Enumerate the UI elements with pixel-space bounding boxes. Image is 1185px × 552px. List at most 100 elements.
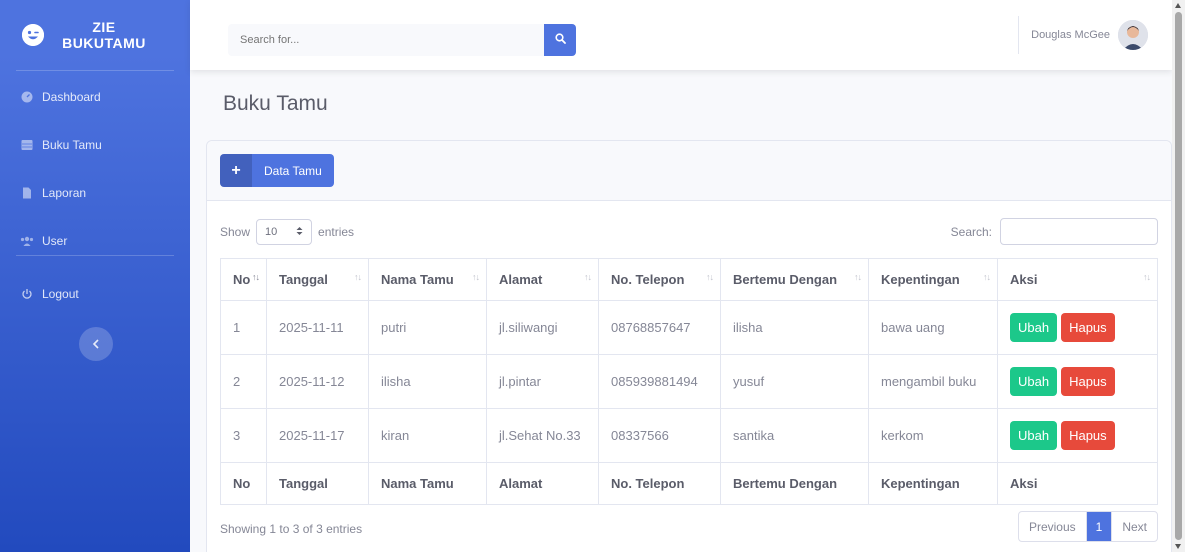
datatable-search-label: Search: xyxy=(950,224,992,239)
sidebar-item-laporan[interactable]: Laporan xyxy=(0,169,190,217)
sort-icon: ↑↓ xyxy=(854,272,862,282)
cell-aksi: Ubah Hapus xyxy=(997,408,1158,463)
add-guest-button[interactable]: + Data Tamu xyxy=(220,154,334,187)
user-dropdown[interactable]: Douglas McGee xyxy=(1018,0,1172,70)
entries-select-value: 10 xyxy=(265,226,278,238)
column-label: Nama Tamu xyxy=(381,272,454,287)
footer-no: No xyxy=(220,462,267,505)
sidebar-item-label: Laporan xyxy=(42,186,87,200)
cell-aksi: Ubah Hapus xyxy=(997,354,1158,409)
datatable-length: Show 10 entries xyxy=(220,219,354,245)
topbar-divider xyxy=(1018,16,1020,54)
column-header-alamat[interactable]: Alamat ↑↓ xyxy=(486,258,599,301)
edit-button[interactable]: Ubah xyxy=(1010,367,1058,396)
sort-icon: ↑↓ xyxy=(706,272,714,282)
brand-line2: BUKUTAMU xyxy=(62,35,146,51)
table-row: 2 2025-11-12 ilisha jl.pintar 0859398814… xyxy=(220,354,1158,409)
select-arrows-icon xyxy=(296,226,303,239)
pagination-page-1[interactable]: 1 xyxy=(1085,512,1113,541)
cell-kepentingan: mengambil buku xyxy=(868,354,998,409)
sort-icon: ↑↓ xyxy=(983,272,991,282)
cell-no: 1 xyxy=(220,300,267,355)
topbar-search-button[interactable] xyxy=(544,24,576,56)
sidebar-toggle-button[interactable] xyxy=(79,327,113,361)
pagination-previous[interactable]: Previous xyxy=(1019,512,1086,541)
datatable-filter: Search: xyxy=(951,218,1158,245)
datatable-info: Showing 1 to 3 of 3 entries xyxy=(220,522,363,536)
sidebar-item-dashboard[interactable]: Dashboard xyxy=(0,73,190,121)
cell-kepentingan: bawa uang xyxy=(868,300,998,355)
cell-aksi: Ubah Hapus xyxy=(997,300,1158,355)
column-header-bertemu-dengan[interactable]: Bertemu Dengan ↑↓ xyxy=(720,258,869,301)
cell-nama-tamu: kiran xyxy=(368,408,487,463)
column-header-no-telepon[interactable]: No. Telepon ↑↓ xyxy=(598,258,721,301)
card-header: + Data Tamu xyxy=(207,141,1171,201)
table-row: 1 2025-11-11 putri jl.siliwangi 08768857… xyxy=(220,300,1158,355)
users-icon xyxy=(20,234,34,248)
sort-icon: ↑↓ xyxy=(1143,272,1151,282)
cell-no: 3 xyxy=(220,408,267,463)
topbar-search-input[interactable] xyxy=(228,24,544,56)
tachometer-icon xyxy=(20,90,34,104)
sidebar-item-label: Buku Tamu xyxy=(42,138,102,152)
cell-nama-tamu: putri xyxy=(368,300,487,355)
topbar: Douglas McGee xyxy=(190,0,1172,70)
scroll-down-icon[interactable] xyxy=(1175,544,1181,549)
delete-button[interactable]: Hapus xyxy=(1061,367,1115,396)
page-scrollbar[interactable] xyxy=(1172,0,1185,552)
table-icon xyxy=(20,138,34,152)
scrollbar-thumb[interactable] xyxy=(1175,12,1182,540)
column-header-aksi[interactable]: Aksi ↑↓ xyxy=(997,258,1158,301)
table-footer-row: No Tanggal Nama Tamu Alamat No. Telepon … xyxy=(220,462,1158,505)
sidebar-item-buku-tamu[interactable]: Buku Tamu xyxy=(0,121,190,169)
cell-no-telepon: 08337566 xyxy=(598,408,721,463)
cell-alamat: jl.siliwangi xyxy=(486,300,599,355)
pagination-next[interactable]: Next xyxy=(1112,512,1157,541)
column-header-no[interactable]: No ↑↓ xyxy=(220,258,267,301)
user-name: Douglas McGee xyxy=(1031,29,1110,41)
page-title: Buku Tamu xyxy=(223,92,328,115)
column-header-kepentingan[interactable]: Kepentingan ↑↓ xyxy=(868,258,998,301)
add-guest-label: Data Tamu xyxy=(264,163,322,178)
file-icon xyxy=(20,186,34,200)
power-off-icon xyxy=(20,287,34,301)
delete-button[interactable]: Hapus xyxy=(1061,313,1115,342)
entries-select[interactable]: 10 xyxy=(256,219,313,245)
cell-nama-tamu: ilisha xyxy=(368,354,487,409)
edit-button[interactable]: Ubah xyxy=(1010,421,1058,450)
column-label: Aksi xyxy=(1010,272,1038,287)
chevron-left-icon xyxy=(92,336,100,352)
sidebar: ZIE BUKUTAMU Dashboard Buku Tamu Laporan… xyxy=(0,0,190,552)
footer-tanggal: Tanggal xyxy=(266,462,369,505)
column-header-tanggal[interactable]: Tanggal ↑↓ xyxy=(266,258,369,301)
cell-tanggal: 2025-11-12 xyxy=(266,354,369,409)
sidebar-item-label: Dashboard xyxy=(42,90,101,104)
cell-bertemu-dengan: santika xyxy=(720,408,869,463)
sort-icon: ↑↓ xyxy=(354,272,362,282)
sort-icon: ↑↓ xyxy=(472,272,480,282)
column-header-nama-tamu[interactable]: Nama Tamu ↑↓ xyxy=(368,258,487,301)
plus-icon: + xyxy=(220,154,252,187)
cell-alamat: jl.Sehat No.33 xyxy=(486,408,599,463)
column-label: Kepentingan xyxy=(881,272,960,287)
scroll-up-icon[interactable] xyxy=(1175,3,1181,8)
column-label: Tanggal xyxy=(279,272,328,287)
sidebar-divider xyxy=(16,70,174,71)
footer-nama-tamu: Nama Tamu xyxy=(368,462,487,505)
avatar xyxy=(1118,20,1148,50)
show-label: Show xyxy=(220,225,251,239)
delete-button[interactable]: Hapus xyxy=(1061,421,1115,450)
cell-bertemu-dengan: yusuf xyxy=(720,354,869,409)
footer-kepentingan: Kepentingan xyxy=(868,462,998,505)
sort-icon: ↑↓ xyxy=(584,272,592,282)
sidebar-item-user[interactable]: User xyxy=(0,217,190,265)
column-label: No. Telepon xyxy=(611,272,685,287)
datatable-search-input[interactable] xyxy=(1000,218,1158,245)
footer-aksi: Aksi xyxy=(997,462,1158,505)
edit-button[interactable]: Ubah xyxy=(1010,313,1058,342)
sidebar-item-logout[interactable]: Logout xyxy=(0,270,190,318)
entries-label: entries xyxy=(318,225,355,239)
cell-tanggal: 2025-11-17 xyxy=(266,408,369,463)
cell-alamat: jl.pintar xyxy=(486,354,599,409)
sidebar-brand[interactable]: ZIE BUKUTAMU xyxy=(0,0,190,70)
